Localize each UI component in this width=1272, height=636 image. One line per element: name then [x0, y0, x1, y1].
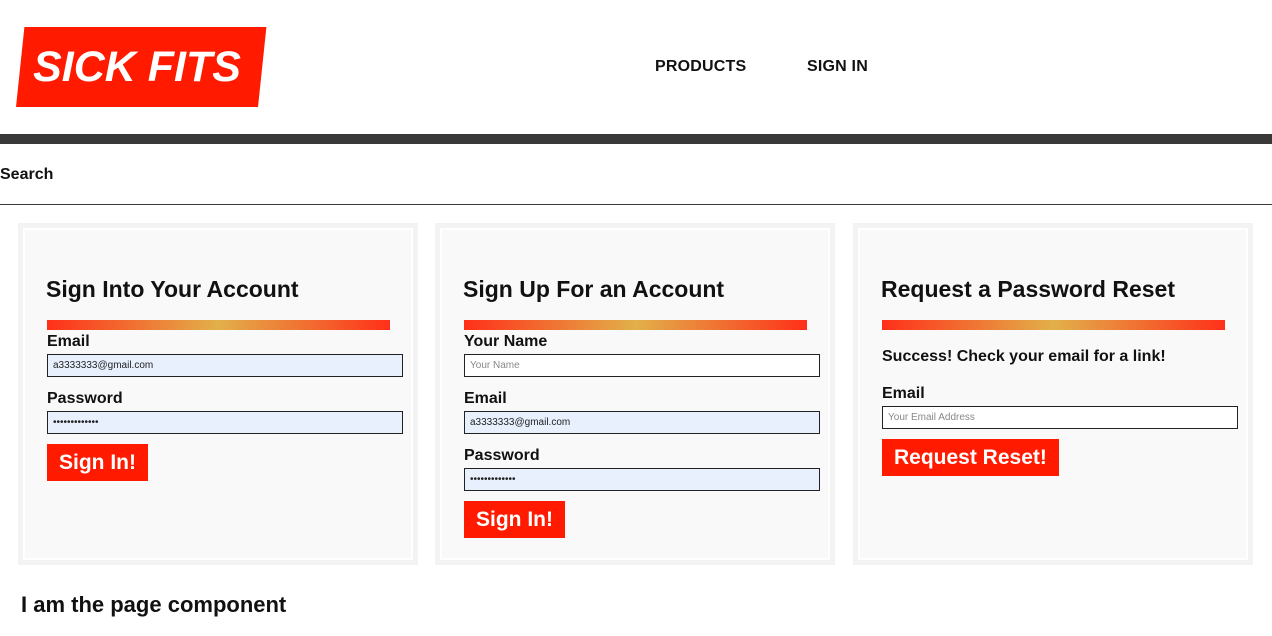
- signin-form-body: Sign Into Your Account Email Password Si…: [25, 230, 411, 558]
- signin-password-input[interactable]: [47, 411, 403, 434]
- signup-email-input[interactable]: [464, 411, 820, 434]
- page-component-text: I am the page component: [21, 592, 287, 617]
- signin-email-input[interactable]: [47, 354, 403, 377]
- signin-form: Sign Into Your Account Email Password Si…: [18, 223, 418, 565]
- signup-password-input[interactable]: [464, 468, 820, 491]
- signup-email-label: Email: [464, 390, 507, 407]
- reset-submit-button[interactable]: Request Reset!: [882, 439, 1059, 476]
- header-divider-bar: [0, 134, 1272, 144]
- nav-products-link[interactable]: PRODUCTS: [655, 58, 746, 76]
- logo-text[interactable]: SICK FITS: [16, 27, 258, 107]
- reset-form: Request a Password Reset Success! Check …: [853, 223, 1253, 565]
- signup-form: Sign Up For an Account Your Name Email P…: [435, 223, 835, 565]
- search-bar: Search: [0, 144, 1272, 205]
- reset-email-label: Email: [882, 385, 925, 402]
- signup-name-label: Your Name: [464, 333, 548, 350]
- signup-name-input[interactable]: [464, 354, 820, 377]
- signup-password-label: Password: [464, 447, 540, 464]
- search-label[interactable]: Search: [0, 166, 53, 184]
- site-header: SICK FITS PRODUCTS SIGN IN: [0, 0, 1272, 134]
- signup-form-body: Sign Up For an Account Your Name Email P…: [442, 230, 828, 558]
- signup-submit-button[interactable]: Sign In!: [464, 501, 565, 538]
- signin-email-label: Email: [47, 333, 90, 350]
- signin-title: Sign Into Your Account: [46, 276, 299, 302]
- signin-gradient-bar: [47, 320, 390, 330]
- reset-gradient-bar: [882, 320, 1225, 330]
- reset-title: Request a Password Reset: [881, 276, 1176, 302]
- reset-email-input[interactable]: [882, 406, 1238, 429]
- logo[interactable]: SICK FITS: [16, 27, 267, 107]
- nav-signin-link[interactable]: SIGN IN: [807, 58, 868, 76]
- signin-password-label: Password: [47, 390, 123, 407]
- signup-title: Sign Up For an Account: [463, 276, 725, 302]
- reset-form-body: Request a Password Reset Success! Check …: [860, 230, 1246, 558]
- signin-submit-button[interactable]: Sign In!: [47, 444, 148, 481]
- signup-gradient-bar: [464, 320, 807, 330]
- reset-success-message: Success! Check your email for a link!: [882, 348, 1166, 365]
